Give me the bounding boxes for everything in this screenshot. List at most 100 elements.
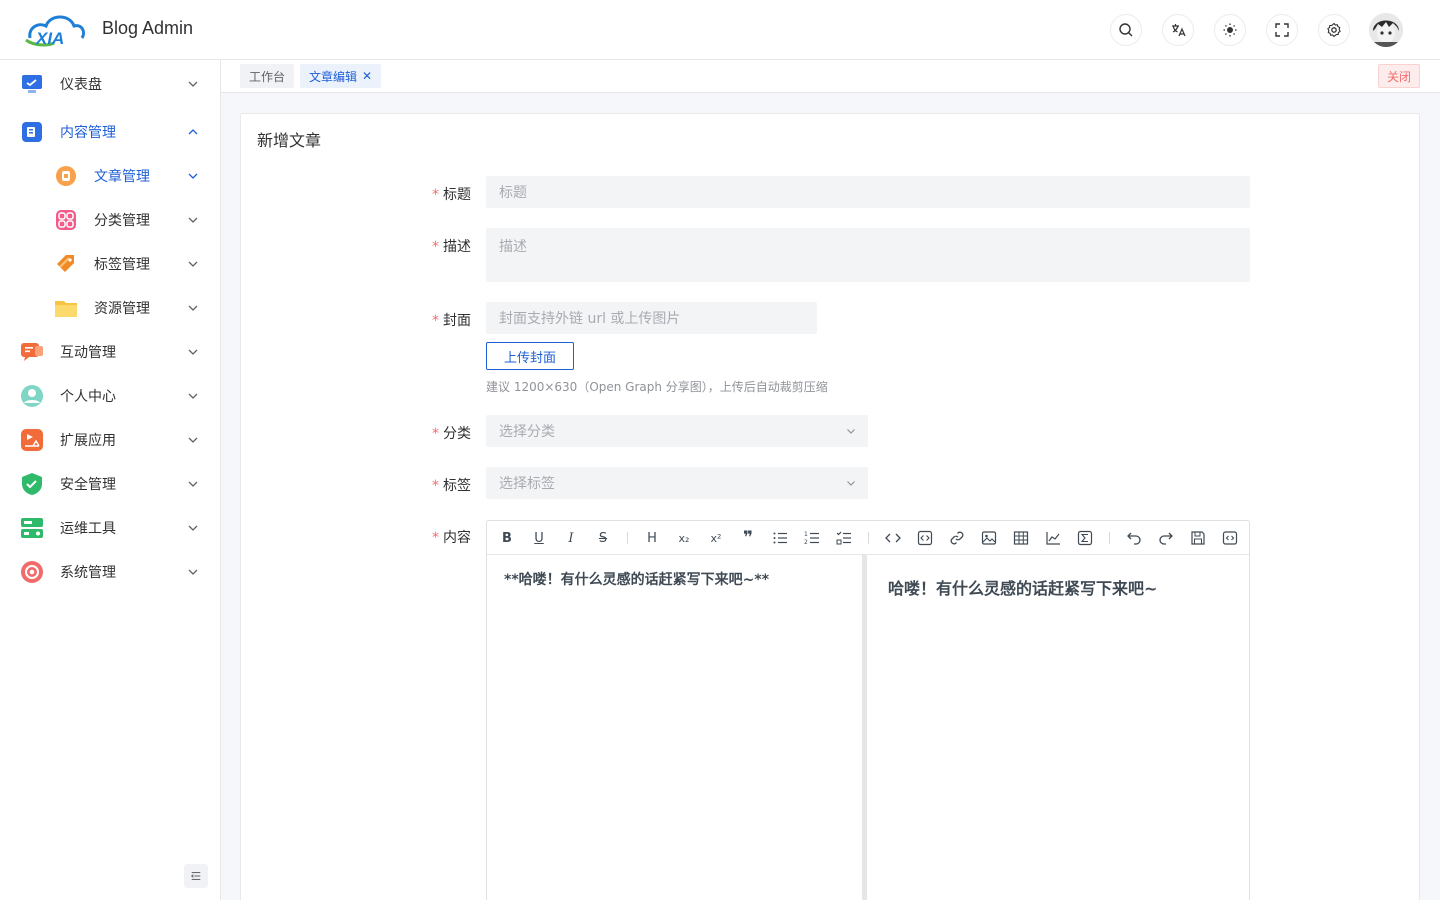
link-button[interactable] (948, 529, 966, 547)
tab-label: 工作台 (249, 69, 286, 84)
sidebar-item-label: 扩展应用 (60, 433, 116, 449)
code-block-button[interactable] (916, 529, 934, 547)
sidebar-item-security[interactable]: 安全管理 (0, 462, 220, 506)
superscript-button[interactable]: x² (707, 529, 725, 547)
sidebar-item-articles[interactable]: 文章管理 (0, 154, 220, 198)
tab-article-edit[interactable]: 文章编辑 ✕ (300, 64, 382, 88)
image-icon (981, 531, 997, 545)
sidebar-item-tags[interactable]: 标签管理 (0, 242, 220, 286)
translate-icon (1172, 24, 1186, 37)
user-avatar[interactable] (1369, 13, 1403, 47)
content-label: * 内容 (432, 530, 471, 546)
chart-icon (1046, 532, 1060, 545)
unordered-list-button[interactable] (771, 529, 789, 547)
sidebar: 仪表盘 内容管理 文章管理 分类管理 标签管理 资源管理 互动管理 个人中心 扩… (0, 60, 221, 900)
tab-workbench[interactable]: 工作台 (240, 64, 295, 88)
markdown-preview-pane: 哈喽！有什么灵感的话赶紧写下来吧~ (867, 555, 1249, 900)
sidebar-item-extensions[interactable]: 扩展应用 (0, 418, 220, 462)
undo-button[interactable] (1125, 529, 1143, 547)
markdown-preview-text: 哈喽！有什么灵感的话赶紧写下来吧~ (888, 579, 1158, 598)
description-textarea[interactable]: 描述 (486, 228, 1250, 282)
inline-code-button[interactable] (884, 529, 902, 547)
cover-url-input[interactable]: 封面支持外链 url 或上传图片 (486, 302, 817, 334)
markdown-source-text: **哈喽！有什么灵感的话赶紧写下来吧~** (504, 572, 770, 588)
close-icon[interactable]: ✕ (362, 69, 372, 83)
sidebar-item-categories[interactable]: 分类管理 (0, 198, 220, 242)
description-label: * 描述 (432, 239, 471, 255)
chevron-down-icon (188, 393, 198, 399)
search-icon (1119, 23, 1133, 37)
user-icon (21, 385, 43, 407)
sidebar-collapse-button[interactable] (184, 864, 208, 888)
settings-button[interactable] (1318, 14, 1350, 46)
sidebar-item-interaction[interactable]: 互动管理 (0, 330, 220, 374)
server-icon (21, 518, 43, 538)
app-logo[interactable]: XIA (24, 10, 86, 48)
quote-icon: ❞ (743, 528, 753, 548)
tags-select[interactable]: 选择标签 (486, 467, 868, 499)
sidebar-item-label: 分类管理 (94, 213, 150, 229)
sidebar-item-label: 运维工具 (60, 521, 116, 537)
title-label: * 标题 (432, 187, 471, 203)
sidebar-item-dashboard[interactable]: 仪表盘 (0, 62, 220, 106)
upload-cover-button[interactable]: 上传封面 (486, 342, 574, 370)
image-button[interactable] (980, 529, 998, 547)
sidebar-item-label: 资源管理 (94, 301, 150, 317)
markdown-source-pane[interactable]: **哈喽！有什么灵感的话赶紧写下来吧~** (487, 555, 862, 900)
toolbar-divider (627, 532, 628, 544)
chevron-down-icon (188, 349, 198, 355)
sidebar-item-profile[interactable]: 个人中心 (0, 374, 220, 418)
article-icon (56, 166, 76, 186)
heading-button[interactable]: H (643, 529, 661, 547)
sidebar-item-label: 内容管理 (60, 125, 116, 141)
ordered-list-button[interactable]: 12 (803, 529, 821, 547)
category-label: * 分类 (432, 426, 471, 442)
redo-button[interactable] (1157, 529, 1175, 547)
sidebar-item-resources[interactable]: 资源管理 (0, 286, 220, 330)
subscript-button[interactable]: x₂ (675, 529, 693, 547)
save-button[interactable] (1189, 529, 1207, 547)
placeholder-text: 选择标签 (499, 476, 555, 492)
chevron-down-icon (847, 481, 855, 486)
chart-button[interactable] (1044, 529, 1062, 547)
redo-icon (1159, 532, 1173, 545)
sidebar-item-system[interactable]: 系统管理 (0, 550, 220, 594)
fullscreen-button[interactable] (1266, 14, 1298, 46)
preview-toggle-button[interactable] (1221, 529, 1239, 547)
category-select[interactable]: 选择分类 (486, 415, 868, 447)
category-icon (56, 210, 76, 230)
undo-icon (1127, 532, 1141, 545)
chevron-down-icon (847, 429, 855, 434)
quote-button[interactable]: ❞ (739, 528, 757, 548)
language-button[interactable] (1162, 14, 1194, 46)
shield-icon (22, 473, 42, 495)
tags-label: * 标签 (432, 478, 471, 494)
placeholder-text: 标题 (499, 185, 527, 201)
article-form-card: 新增文章 * 标题 标题 * 描述 描述 * 封面 封面支持外链 url 或上传图片 … (240, 113, 1420, 900)
chevron-down-icon (188, 173, 198, 179)
sidebar-item-label: 系统管理 (60, 565, 116, 581)
chevron-down-icon (188, 81, 198, 87)
task-list-button[interactable] (835, 529, 853, 547)
theme-toggle-button[interactable] (1214, 14, 1246, 46)
tag-icon (57, 255, 74, 272)
placeholder-text: 选择分类 (499, 424, 555, 440)
sidebar-item-ops[interactable]: 运维工具 (0, 506, 220, 550)
gear-icon (1327, 22, 1341, 38)
close-tabs-button[interactable]: 关闭 (1378, 64, 1421, 88)
editor-toolbar: B U I S H x₂ x² ❞ 12 (487, 521, 1249, 555)
underline-button[interactable]: U (530, 529, 548, 547)
italic-button[interactable]: I (562, 529, 580, 547)
chevron-up-icon (188, 129, 198, 135)
search-button[interactable] (1110, 14, 1142, 46)
cover-hint: 建议 1200×630（Open Graph 分享图），上传后自动裁剪压缩 (486, 380, 828, 394)
bold-button[interactable]: B (498, 529, 516, 547)
title-input[interactable]: 标题 (486, 176, 1250, 208)
strikethrough-button[interactable]: S (594, 529, 612, 547)
page-title: 新增文章 (257, 131, 322, 150)
table-button[interactable] (1012, 529, 1030, 547)
sidebar-item-content[interactable]: 内容管理 (0, 110, 220, 154)
chevron-down-icon (188, 569, 198, 575)
menu-fold-icon (190, 872, 201, 880)
formula-button[interactable] (1076, 529, 1094, 547)
